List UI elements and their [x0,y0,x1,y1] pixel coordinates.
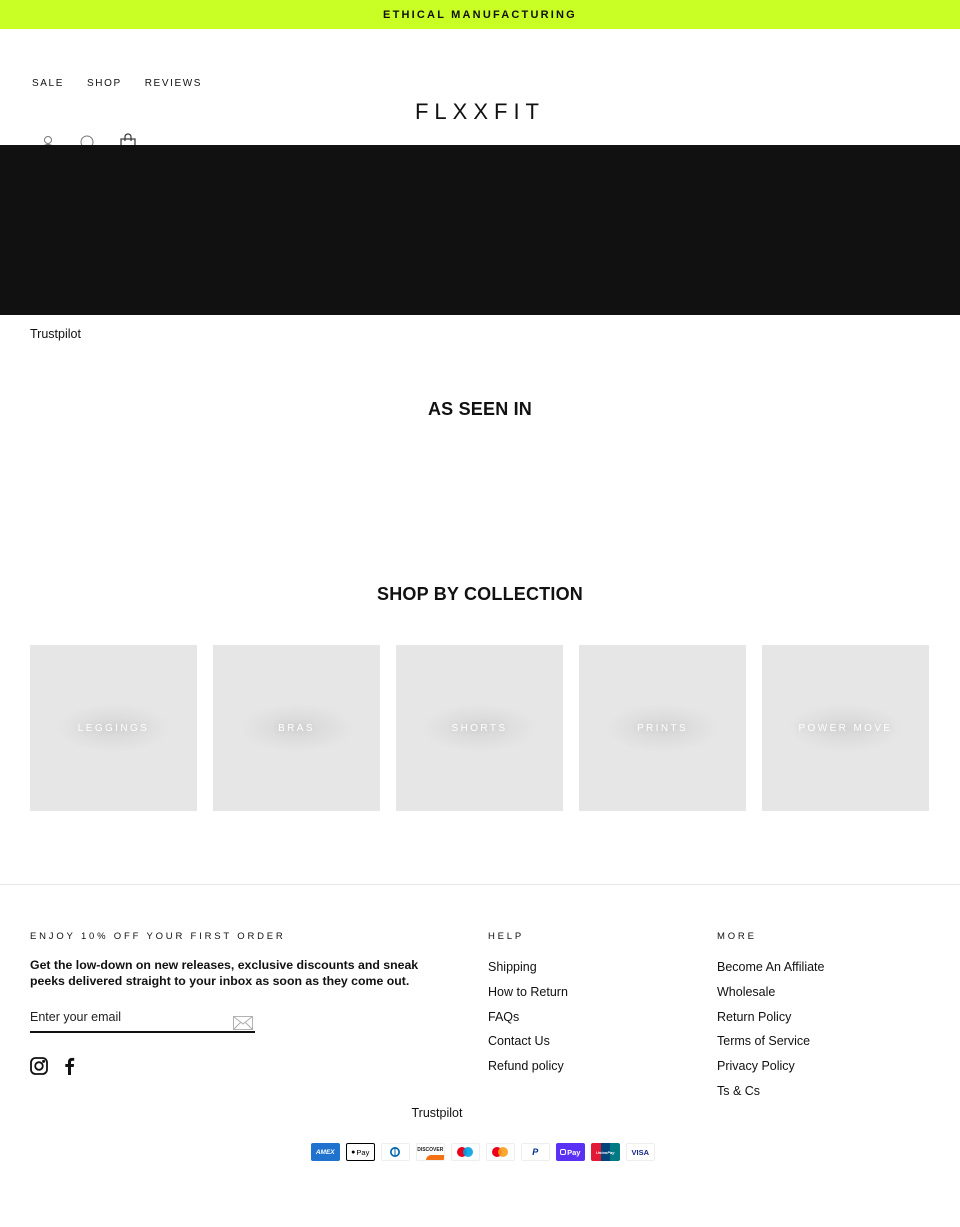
hero-banner [0,145,960,315]
amex-text: AMEX [315,1148,335,1156]
social-links [30,1056,78,1076]
collection-tile-bras[interactable]: BRAS [213,645,380,811]
facebook-icon[interactable] [60,1056,78,1076]
trustpilot-text: Trustpilot [411,1106,463,1120]
newsletter-form [30,1008,255,1033]
main-nav: SALE SHOP REVIEWS [32,78,202,89]
amex-icon: AMEX [311,1143,340,1161]
footer-link-become-affiliate[interactable]: Become An Affiliate [717,960,824,985]
collection-label: BRAS [278,722,315,734]
union-pay-icon: UnionPay [591,1143,620,1161]
footer-link-return-policy[interactable]: Return Policy [717,1010,824,1035]
newsletter-label: ENJOY 10% OFF YOUR FIRST ORDER [30,931,286,942]
nav-reviews[interactable]: REVIEWS [145,78,202,89]
shop-pay-text: Pay [567,1147,581,1157]
visa-text: VISA [631,1147,649,1157]
discover-icon: DISCOVER [416,1143,445,1161]
shop-by-collection-title: SHOP BY COLLECTION [377,584,583,604]
footer-link-how-to-return[interactable]: How to Return [488,985,568,1010]
collection-grid: LEGGINGS BRAS SHORTS PRINTS POWER MOVE [30,645,929,811]
collection-tile-leggings[interactable]: LEGGINGS [30,645,197,811]
paypal-text: P [532,1147,539,1157]
trustpilot-widget-top[interactable]: Trustpilot [30,327,81,341]
newsletter-description: Get the low-down on new releases, exclus… [30,958,419,988]
footer-link-wholesale[interactable]: Wholesale [717,985,824,1010]
nav-sale[interactable]: SALE [32,78,64,89]
collection-label: POWER MOVE [798,722,893,734]
apple-glyph: ● [351,1148,356,1156]
footer-link-privacy-policy[interactable]: Privacy Policy [717,1059,824,1084]
footer-link-faqs[interactable]: FAQs [488,1010,568,1035]
collection-tile-shorts[interactable]: SHORTS [396,645,563,811]
shop-pay-glyph [560,1149,567,1155]
send-email-icon[interactable] [233,1016,253,1030]
email-input[interactable] [30,1009,225,1024]
announcement-text: ETHICAL MANUFACTURING [383,8,577,21]
footer-link-shipping[interactable]: Shipping [488,960,568,985]
footer-link-refund-policy[interactable]: Refund policy [488,1059,568,1084]
payment-icons: AMEX ● Pay DISCOVER P Pay UnionPay VISA [311,1143,655,1161]
collection-label: LEGGINGS [77,722,150,734]
collection-label: PRINTS [636,722,689,734]
visa-icon: VISA [626,1143,655,1161]
apple-pay-icon: ● Pay [346,1143,375,1161]
instagram-icon[interactable] [30,1056,48,1076]
maestro-icon [451,1143,480,1161]
collection-label: SHORTS [451,722,508,734]
more-links: Become An Affiliate Wholesale Return Pol… [717,960,824,1109]
union-pay-text: UnionPay [596,1149,615,1155]
shop-pay-icon: Pay [556,1143,585,1161]
collection-tile-prints[interactable]: PRINTS [579,645,746,811]
site-logo[interactable]: FLXXFIT [0,101,960,123]
footer-link-terms-of-service[interactable]: Terms of Service [717,1034,824,1059]
apple-pay-text: Pay [356,1147,370,1157]
announcement-bar: ETHICAL MANUFACTURING [0,0,960,29]
nav-shop[interactable]: SHOP [87,78,122,89]
footer-link-contact-us[interactable]: Contact Us [488,1034,568,1059]
help-heading: HELP [488,931,525,942]
mastercard-icon [486,1143,515,1161]
paypal-icon: P [521,1143,550,1161]
diners-club-icon [381,1143,410,1161]
trustpilot-widget-bottom[interactable]: Trustpilot [0,1106,960,1120]
help-links: Shipping How to Return FAQs Contact Us R… [488,960,568,1084]
discover-stripe [425,1155,444,1160]
site-header: SALE SHOP REVIEWS FLXXFIT [0,29,960,153]
footer-divider [0,884,960,885]
collection-tile-power-move[interactable]: POWER MOVE [762,645,929,811]
more-heading: MORE [717,931,757,942]
discover-text: DISCOVER [417,1147,444,1153]
as-seen-in-title: AS SEEN IN [427,399,533,419]
